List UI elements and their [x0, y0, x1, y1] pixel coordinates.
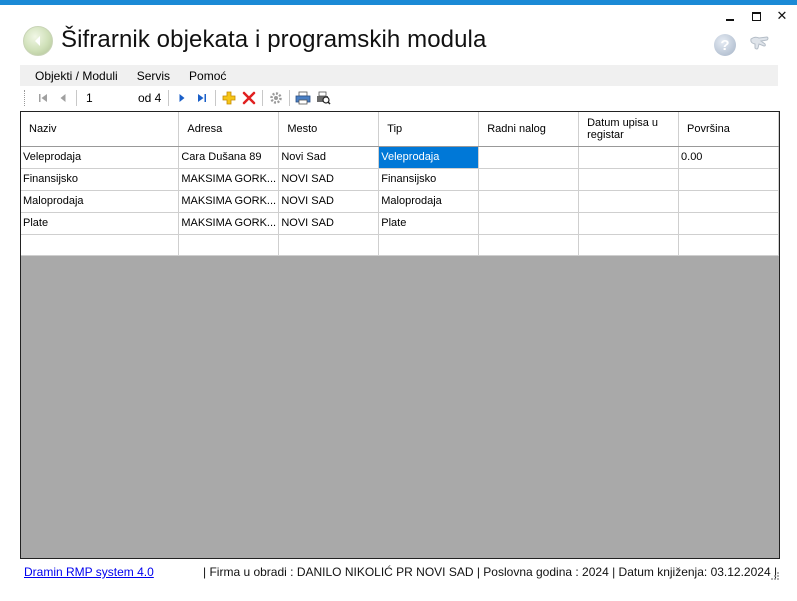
table-row[interactable]: Plate MAKSIMA GORK... NOVI SAD Plate: [21, 212, 779, 235]
previous-record-button[interactable]: [53, 88, 73, 108]
previous-record-icon: [60, 94, 66, 102]
column-header-datum-upisa[interactable]: Datum upisa u registar: [578, 112, 680, 147]
menu-objekti-moduli[interactable]: Objekti / Moduli: [35, 69, 118, 83]
table-cell[interactable]: [678, 212, 779, 235]
system-version-link[interactable]: Dramin RMP system 4.0: [24, 565, 154, 579]
column-header-naziv[interactable]: Naziv: [21, 112, 180, 147]
add-icon: [222, 91, 236, 105]
table-cell[interactable]: [378, 234, 480, 256]
toolbar-separator: [262, 90, 264, 106]
print-icon: [295, 91, 311, 105]
table-cell[interactable]: NOVI SAD: [278, 190, 380, 213]
toolbar-separator: [289, 90, 291, 106]
table-cell[interactable]: [678, 234, 779, 256]
table-cell[interactable]: MAKSIMA GORK...: [178, 212, 280, 235]
print-button[interactable]: [293, 88, 313, 108]
settings-button[interactable]: [266, 88, 286, 108]
table-cell[interactable]: MAKSIMA GORK...: [178, 190, 280, 213]
first-record-icon: [39, 94, 47, 102]
column-header-adresa[interactable]: Adresa: [178, 112, 280, 147]
table-cell[interactable]: [678, 190, 779, 213]
table-row[interactable]: Maloprodaja MAKSIMA GORK... NOVI SAD Mal…: [21, 190, 779, 213]
back-arrow-icon: [35, 36, 40, 46]
menu-pomoc[interactable]: Pomoć: [189, 69, 226, 83]
table-header-row: Naziv Adresa Mesto Tip Radni nalog Datum…: [21, 112, 779, 147]
column-header-radni-nalog[interactable]: Radni nalog: [478, 112, 580, 147]
table-cell[interactable]: 0.00: [678, 146, 779, 169]
table-cell[interactable]: Maloprodaja: [21, 190, 180, 213]
toolbar-grip[interactable]: [24, 90, 27, 106]
next-record-button[interactable]: [172, 88, 192, 108]
resize-grip-icon[interactable]: [770, 571, 780, 581]
table-cell[interactable]: Novi Sad: [278, 146, 380, 169]
table-cell[interactable]: Finansijsko: [378, 168, 480, 191]
table-cell[interactable]: Plate: [378, 212, 480, 235]
table-cell[interactable]: [578, 190, 680, 213]
minimize-icon: [726, 19, 734, 21]
record-count-label: od 4: [138, 91, 162, 105]
table-cell[interactable]: [578, 168, 680, 191]
column-header-povrsina[interactable]: Površina: [678, 112, 779, 147]
help-icon: ?: [720, 36, 730, 54]
status-bar: Dramin RMP system 4.0 | Firma u obradi :…: [20, 561, 780, 583]
next-record-icon: [179, 94, 185, 102]
toolbar-separator: [215, 90, 217, 106]
table-cell[interactable]: [178, 234, 280, 256]
table-cell[interactable]: [578, 146, 680, 169]
print-preview-button[interactable]: [313, 88, 333, 108]
table-row[interactable]: Veleprodaja Cara Dušana 89 Novi Sad Vele…: [21, 146, 779, 169]
back-button[interactable]: [23, 26, 53, 56]
table-cell[interactable]: NOVI SAD: [278, 168, 380, 191]
menu-servis[interactable]: Servis: [137, 69, 170, 83]
table-cell[interactable]: Maloprodaja: [378, 190, 480, 213]
table-row[interactable]: Finansijsko MAKSIMA GORK... NOVI SAD Fin…: [21, 168, 779, 191]
table-cell[interactable]: Plate: [21, 212, 180, 235]
data-grid[interactable]: Naziv Adresa Mesto Tip Radni nalog Datum…: [20, 111, 780, 559]
column-header-mesto[interactable]: Mesto: [278, 112, 380, 147]
new-record-row[interactable]: [21, 234, 779, 256]
last-record-button[interactable]: [192, 88, 212, 108]
table-cell[interactable]: [278, 234, 380, 256]
window-top-accent: [0, 0, 797, 5]
page-title: Šifrarnik objekata i programskih modula: [61, 26, 487, 53]
last-record-icon: [198, 94, 207, 102]
table-cell[interactable]: [478, 190, 580, 213]
status-info-text: | Firma u obradi : DANILO NIKOLIĆ PR NOV…: [203, 565, 778, 579]
help-button[interactable]: ?: [714, 34, 736, 56]
tools-button[interactable]: [746, 32, 772, 58]
maximize-button[interactable]: [749, 9, 763, 23]
table-cell[interactable]: [478, 146, 580, 169]
add-record-button[interactable]: [219, 88, 239, 108]
table-cell[interactable]: Cara Dušana 89: [178, 146, 280, 169]
first-record-button[interactable]: [33, 88, 53, 108]
navigator-toolbar: od 4: [20, 87, 778, 109]
table-cell[interactable]: Veleprodaja: [21, 146, 180, 169]
table-cell[interactable]: [578, 234, 680, 256]
table-cell[interactable]: [478, 168, 580, 191]
table-cell[interactable]: [678, 168, 779, 191]
table-cell[interactable]: NOVI SAD: [278, 212, 380, 235]
table-cell[interactable]: [21, 234, 180, 256]
maximize-icon: [751, 11, 761, 21]
menu-bar: Objekti / Moduli Servis Pomoć: [20, 65, 778, 86]
minimize-button[interactable]: [723, 9, 737, 23]
toolbar-separator: [76, 90, 77, 106]
table-cell[interactable]: MAKSIMA GORK...: [178, 168, 280, 191]
table-cell[interactable]: [578, 212, 680, 235]
toolbar-separator: [168, 90, 170, 106]
delete-icon: [243, 91, 256, 105]
table-cell[interactable]: [478, 234, 580, 256]
print-preview-icon: [317, 91, 331, 105]
gear-icon: [270, 92, 283, 104]
table-cell[interactable]: Finansijsko: [21, 168, 180, 191]
data-table: Naziv Adresa Mesto Tip Radni nalog Datum…: [21, 112, 779, 256]
column-header-tip[interactable]: Tip: [378, 112, 480, 147]
wrench-hand-icon: [750, 36, 769, 50]
window-controls: ✕: [723, 8, 789, 23]
close-button[interactable]: ✕: [775, 8, 789, 23]
record-position-input[interactable]: [82, 89, 130, 107]
delete-record-button[interactable]: [239, 88, 259, 108]
table-cell-selected[interactable]: Veleprodaja: [378, 146, 480, 169]
table-cell[interactable]: [478, 212, 580, 235]
